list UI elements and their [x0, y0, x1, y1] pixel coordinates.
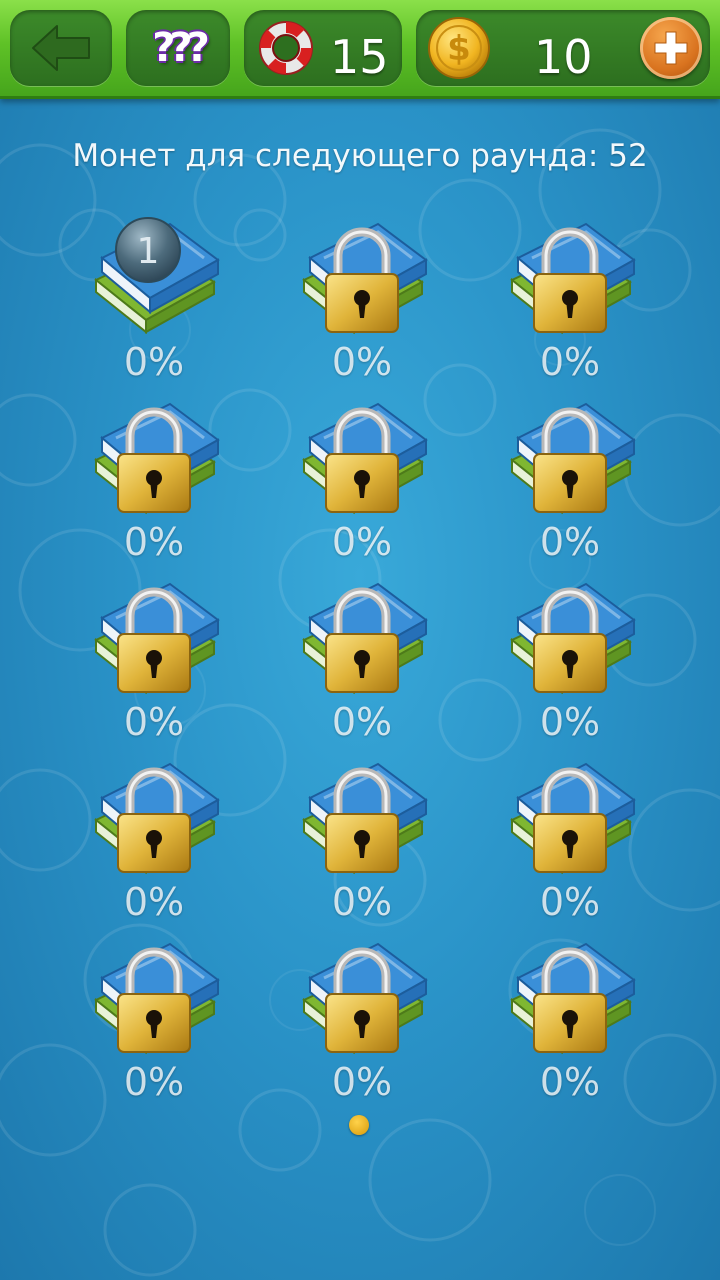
top-bar: ??? 15 $ 10	[0, 0, 720, 99]
level-tile[interactable]: 0%	[490, 750, 650, 930]
level-progress: 0%	[123, 1060, 185, 1104]
level-tile[interactable]: 0%	[74, 930, 234, 1110]
level-tile[interactable]: 0%	[490, 570, 650, 750]
lifebuoy-icon	[259, 21, 313, 75]
level-progress: 0%	[331, 700, 393, 744]
level-progress: 0%	[123, 880, 185, 924]
locked-books-icon	[302, 402, 428, 515]
level-progress: 0%	[539, 1060, 601, 1104]
level-progress: 0%	[539, 340, 601, 384]
level-progress: 0%	[539, 880, 601, 924]
level-tile[interactable]: 0%	[490, 390, 650, 570]
level-tile[interactable]: 1 0%	[74, 210, 234, 390]
locked-books-icon	[94, 402, 220, 515]
level-tile[interactable]: 0%	[282, 570, 442, 750]
books-icon: 1	[94, 217, 220, 335]
dollar-coin-icon: $	[428, 17, 490, 79]
level-tile[interactable]: 0%	[490, 930, 650, 1110]
level-progress: 0%	[123, 340, 185, 384]
level-tile[interactable]: 0%	[74, 750, 234, 930]
locked-books-icon	[510, 582, 636, 695]
page-indicator-dot[interactable]	[349, 1115, 369, 1135]
level-tile[interactable]: 0%	[74, 570, 234, 750]
level-tile[interactable]: 0%	[490, 210, 650, 390]
locked-books-icon	[510, 942, 636, 1055]
locked-books-icon	[302, 582, 428, 695]
locked-books-icon	[510, 222, 636, 335]
level-grid: 1 0% 0% 0% 0% 0% 0% 0% 0% 0% 0% 0% 0% 0% 0% 0%	[0, 200, 720, 1104]
locked-books-icon	[94, 762, 220, 875]
level-progress: 0%	[539, 700, 601, 744]
back-button[interactable]	[10, 10, 112, 86]
coins-count: 10	[534, 30, 593, 84]
locked-books-icon	[302, 942, 428, 1055]
level-progress: 0%	[123, 700, 185, 744]
locked-books-icon	[510, 762, 636, 875]
level-tile[interactable]: 0%	[282, 210, 442, 390]
level-tile[interactable]: 0%	[74, 390, 234, 570]
level-progress: 0%	[331, 1060, 393, 1104]
level-progress: 0%	[331, 340, 393, 384]
coins-panel: $ 10	[416, 10, 710, 86]
level-progress: 0%	[331, 880, 393, 924]
level-number: 1	[137, 231, 160, 272]
locked-books-icon	[510, 402, 636, 515]
locked-books-icon	[94, 942, 220, 1055]
locked-books-icon	[302, 762, 428, 875]
question-marks-icon: ???	[152, 25, 210, 71]
back-arrow-icon	[32, 25, 90, 71]
level-tile[interactable]: 0%	[282, 390, 442, 570]
hint-button[interactable]: ???	[126, 10, 230, 86]
svg-text:$: $	[447, 29, 471, 69]
next-round-coins-label: Монет для следующего раунда: 52	[72, 138, 648, 174]
lives-count: 15	[330, 30, 389, 84]
locked-books-icon	[302, 222, 428, 335]
level-progress: 0%	[331, 520, 393, 564]
level-progress: 0%	[539, 520, 601, 564]
locked-books-icon	[94, 582, 220, 695]
add-coins-button[interactable]	[640, 17, 702, 79]
plus-icon	[654, 31, 688, 65]
level-tile[interactable]: 0%	[282, 930, 442, 1110]
level-tile[interactable]: 0%	[282, 750, 442, 930]
level-progress: 0%	[123, 520, 185, 564]
lives-panel[interactable]: 15	[244, 10, 402, 86]
